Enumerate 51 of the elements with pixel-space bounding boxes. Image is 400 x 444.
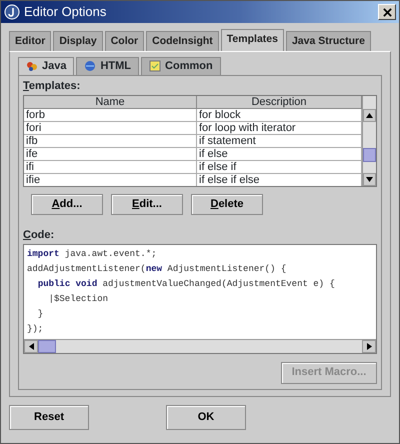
up-arrow-icon: [366, 112, 373, 118]
tab[interactable]: Display: [53, 31, 103, 51]
code-line: addAdjustmentListener(new AdjustmentListener() {: [27, 263, 288, 276]
column-header[interactable]: Description: [197, 96, 362, 109]
code-line: public void adjustmentValueChanged(AdjustmentEvent e) {: [36, 278, 336, 292]
table-cell: ifie: [24, 174, 197, 186]
action-button[interactable]: Add...: [31, 194, 103, 216]
subtab[interactable]: HTML: [76, 56, 140, 75]
dialog-button[interactable]: OK: [166, 404, 246, 430]
code-editor[interactable]: import java.awt.event.*; addAdjustmentListener(new AdjustmentListener() { public void adjustmentValueChanged(AdjustmentEvent e) { |$Selection } });: [23, 244, 377, 354]
table-cell: ife: [24, 148, 197, 161]
tab[interactable]: Java Structure: [286, 31, 371, 51]
note-icon: [149, 60, 162, 72]
code-line: });: [27, 323, 44, 336]
action-button[interactable]: Edit...: [111, 194, 183, 216]
table-cell: fori: [24, 122, 197, 135]
right-arrow-icon: [366, 343, 372, 350]
tab[interactable]: Color: [104, 31, 144, 51]
action-button[interactable]: Delete: [191, 194, 263, 216]
table-cell: if else if: [197, 160, 362, 174]
tab[interactable]: CodeInsight: [146, 31, 219, 51]
horizontal-scrollbar[interactable]: [24, 339, 376, 354]
code-line: |$Selection: [48, 293, 110, 306]
table-cell: ifb: [24, 134, 197, 148]
table-cell: for loop with iterator: [197, 122, 362, 135]
code-label: Code:: [23, 229, 56, 242]
column-header[interactable]: Name: [24, 96, 197, 109]
table-cell: forb: [24, 108, 197, 122]
code-line: }: [36, 308, 44, 322]
table-cell: ifi: [24, 160, 197, 174]
templates-label: Templates:: [23, 80, 82, 93]
subtab[interactable]: Java: [18, 56, 74, 75]
cup-icon: [26, 60, 38, 72]
left-arrow-icon: [28, 343, 34, 350]
globe-icon: [84, 60, 96, 72]
down-arrow-icon: [366, 176, 373, 182]
table-cell: if statement: [197, 134, 362, 148]
code-line: import java.awt.event.*;: [27, 248, 158, 262]
app-icon: [4, 4, 20, 20]
vertical-scrollbar[interactable]: [362, 96, 376, 186]
close-icon: [382, 8, 392, 16]
window-title: Editor Options: [24, 4, 106, 20]
table-cell: for block: [197, 108, 362, 122]
dialog-button[interactable]: Reset: [9, 404, 89, 430]
scroll-thumb[interactable]: [363, 148, 376, 162]
scroll-thumb[interactable]: [38, 340, 56, 354]
tab[interactable]: Templates: [220, 29, 284, 51]
tab[interactable]: Editor: [9, 31, 52, 51]
close-button[interactable]: [378, 4, 396, 20]
subtab[interactable]: Common: [141, 56, 221, 75]
table-cell: if else: [197, 148, 362, 161]
